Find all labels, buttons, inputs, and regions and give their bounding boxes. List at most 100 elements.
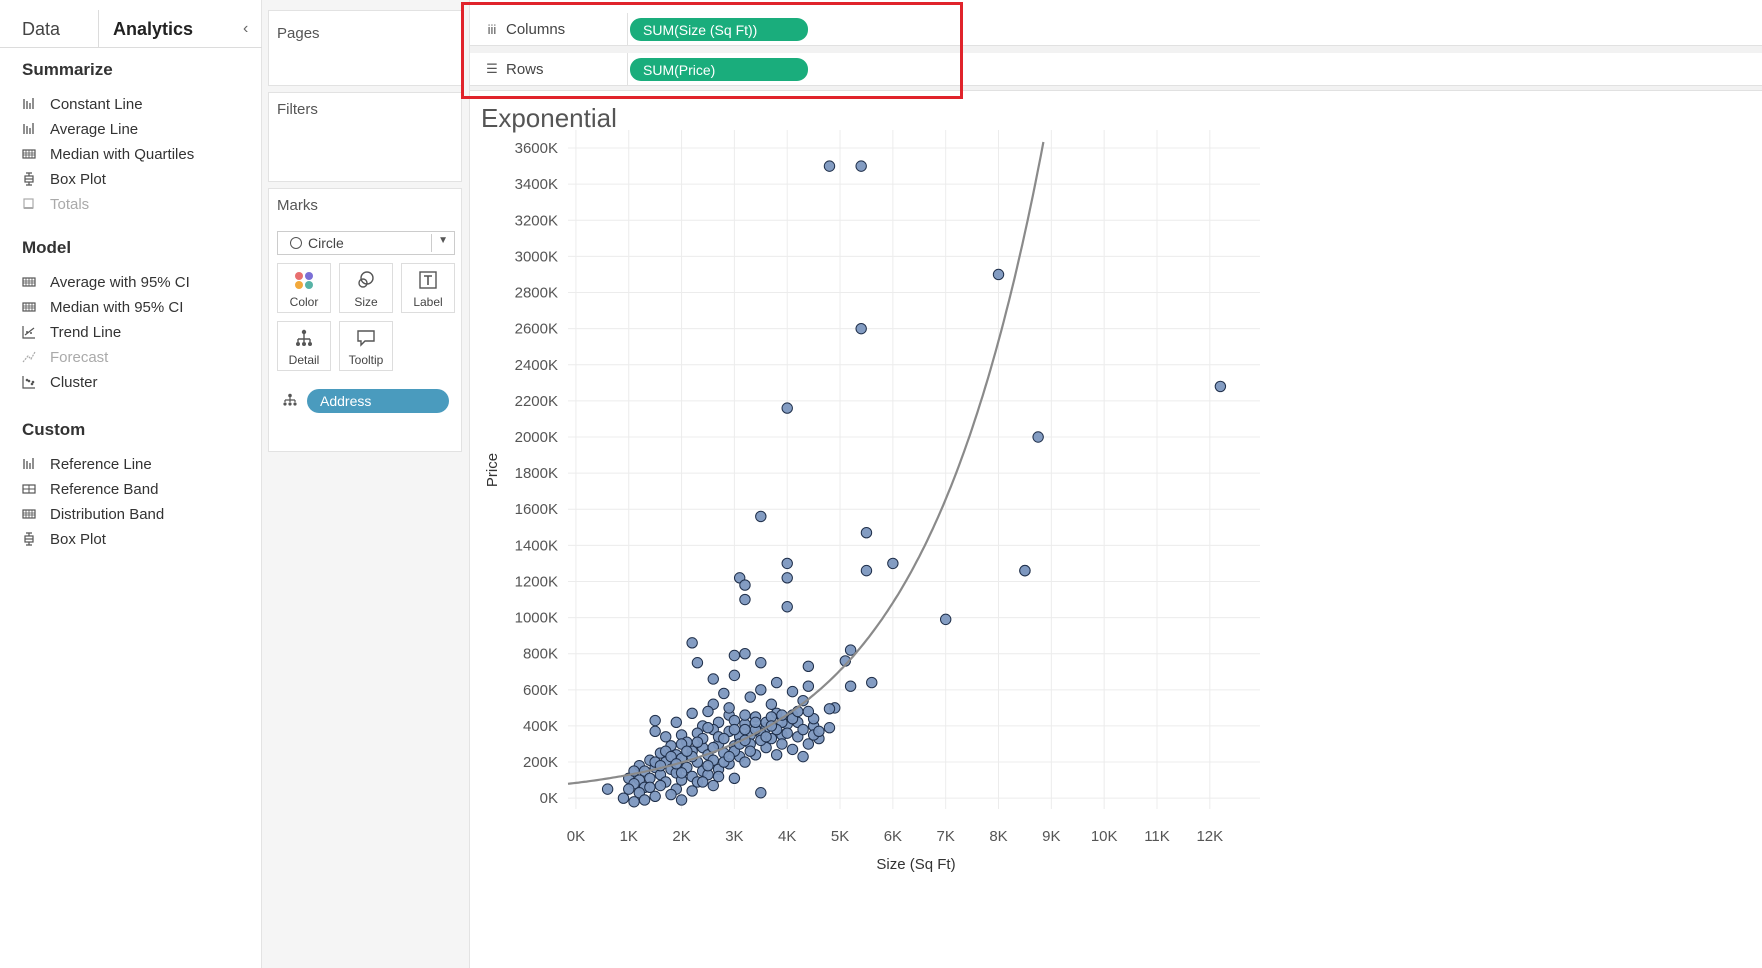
data-point[interactable] xyxy=(628,796,640,808)
data-point[interactable] xyxy=(654,779,667,792)
analytics-item-distribution-band[interactable]: Distribution Band xyxy=(22,503,164,525)
data-point[interactable] xyxy=(649,714,661,727)
data-point[interactable] xyxy=(844,680,857,692)
data-point[interactable] xyxy=(739,647,751,660)
data-point[interactable] xyxy=(781,557,793,570)
data-point[interactable] xyxy=(823,160,836,172)
data-point[interactable] xyxy=(755,787,767,799)
analytics-item-reference-band[interactable]: Reference Band xyxy=(22,478,158,500)
data-point[interactable] xyxy=(686,785,698,797)
data-point[interactable] xyxy=(675,794,688,806)
data-point[interactable] xyxy=(802,680,815,692)
data-point[interactable] xyxy=(728,772,741,785)
data-point[interactable] xyxy=(691,657,704,669)
data-point[interactable] xyxy=(712,770,725,783)
data-point[interactable] xyxy=(939,613,952,626)
data-point[interactable] xyxy=(1019,564,1031,577)
data-point[interactable] xyxy=(770,749,783,761)
data-point[interactable] xyxy=(707,673,719,685)
data-point[interactable] xyxy=(644,781,656,794)
data-point[interactable] xyxy=(813,725,825,738)
analytics-item-box-plot[interactable]: Box Plot xyxy=(22,528,106,550)
data-point[interactable] xyxy=(781,727,793,739)
data-point[interactable] xyxy=(702,722,714,734)
data-point[interactable] xyxy=(1214,380,1227,393)
data-point[interactable] xyxy=(739,723,751,736)
data-point[interactable] xyxy=(781,402,793,414)
data-point[interactable] xyxy=(744,745,756,757)
data-point[interactable] xyxy=(770,676,783,689)
data-point[interactable] xyxy=(823,722,836,734)
analytics-item-cluster[interactable]: Cluster xyxy=(22,371,98,393)
data-point[interactable] xyxy=(728,723,741,736)
data-point[interactable] xyxy=(781,601,793,613)
analytics-item-constant-line[interactable]: Constant Line xyxy=(22,93,143,115)
analytics-item-median-with-quartiles[interactable]: Median with Quartiles xyxy=(22,143,194,165)
data-point[interactable] xyxy=(749,716,762,729)
data-point[interactable] xyxy=(728,649,741,662)
data-point[interactable] xyxy=(755,684,767,696)
data-point[interactable] xyxy=(855,322,867,335)
tooltip-button[interactable]: Tooltip xyxy=(339,321,393,371)
data-point[interactable] xyxy=(723,750,735,763)
data-point[interactable] xyxy=(686,707,698,719)
data-point[interactable] xyxy=(691,736,704,748)
data-point[interactable] xyxy=(649,725,661,738)
data-point[interactable] xyxy=(697,776,709,788)
data-point[interactable] xyxy=(860,527,873,539)
data-point[interactable] xyxy=(866,676,878,689)
data-point[interactable] xyxy=(702,759,714,772)
data-point[interactable] xyxy=(728,669,741,682)
detail-button[interactable]: Detail xyxy=(277,321,331,371)
size-button[interactable]: Size xyxy=(339,263,393,313)
data-point[interactable] xyxy=(797,723,809,736)
pages-card[interactable]: Pages xyxy=(268,10,462,86)
data-point[interactable] xyxy=(1032,431,1044,443)
data-point[interactable] xyxy=(797,750,809,763)
data-point[interactable] xyxy=(617,792,630,804)
analytics-item-average-line[interactable]: Average Line xyxy=(22,118,138,140)
data-point[interactable] xyxy=(776,738,788,750)
data-point[interactable] xyxy=(686,637,698,649)
data-point[interactable] xyxy=(887,557,899,570)
mark-type-dropdown[interactable]: Circle ▼ xyxy=(277,231,455,255)
data-point[interactable] xyxy=(739,709,751,721)
data-point[interactable] xyxy=(760,731,772,743)
data-point[interactable] xyxy=(739,579,751,591)
data-point[interactable] xyxy=(718,687,730,700)
data-point[interactable] xyxy=(755,657,767,669)
data-point[interactable] xyxy=(702,705,714,718)
tab-data[interactable]: Data xyxy=(22,19,60,40)
data-point[interactable] xyxy=(718,732,730,745)
data-point[interactable] xyxy=(665,788,677,801)
analytics-item-reference-line[interactable]: Reference Line xyxy=(22,453,152,475)
data-point[interactable] xyxy=(786,743,799,756)
analytics-item-trend-line[interactable]: Trend Line xyxy=(22,321,121,343)
analytics-item-average-with-95-ci[interactable]: Average with 95% CI xyxy=(22,271,190,293)
data-point[interactable] xyxy=(781,572,793,584)
tab-analytics[interactable]: Analytics xyxy=(113,19,193,40)
data-point[interactable] xyxy=(739,593,751,606)
data-point[interactable] xyxy=(723,702,735,714)
data-point[interactable] xyxy=(744,691,756,703)
color-button[interactable]: Color xyxy=(277,263,331,313)
data-point[interactable] xyxy=(855,160,867,172)
data-point[interactable] xyxy=(992,268,1005,281)
data-point[interactable] xyxy=(802,705,815,718)
address-detail-pill[interactable]: Address xyxy=(307,389,449,413)
chevron-left-icon[interactable]: ‹ xyxy=(243,20,248,38)
label-button[interactable]: Label xyxy=(401,263,455,313)
analytics-item-box-plot[interactable]: Box Plot xyxy=(22,168,106,190)
data-point[interactable] xyxy=(823,703,836,715)
data-point[interactable] xyxy=(739,756,751,768)
scatter-chart[interactable]: 0K 1K 2K 3K 4K 5K 6K 7K 8K 9K 10K 11K 12K 0K 200K 400K 6… xyxy=(470,130,1330,965)
data-point[interactable] xyxy=(755,510,767,523)
data-point[interactable] xyxy=(638,794,651,806)
analytics-item-median-with-95-ci[interactable]: Median with 95% CI xyxy=(22,296,183,318)
data-point[interactable] xyxy=(681,745,693,757)
data-point[interactable] xyxy=(601,783,614,795)
data-point[interactable] xyxy=(802,660,815,673)
data-point[interactable] xyxy=(670,716,682,729)
data-point[interactable] xyxy=(860,564,873,577)
filters-card[interactable]: Filters xyxy=(268,92,462,182)
